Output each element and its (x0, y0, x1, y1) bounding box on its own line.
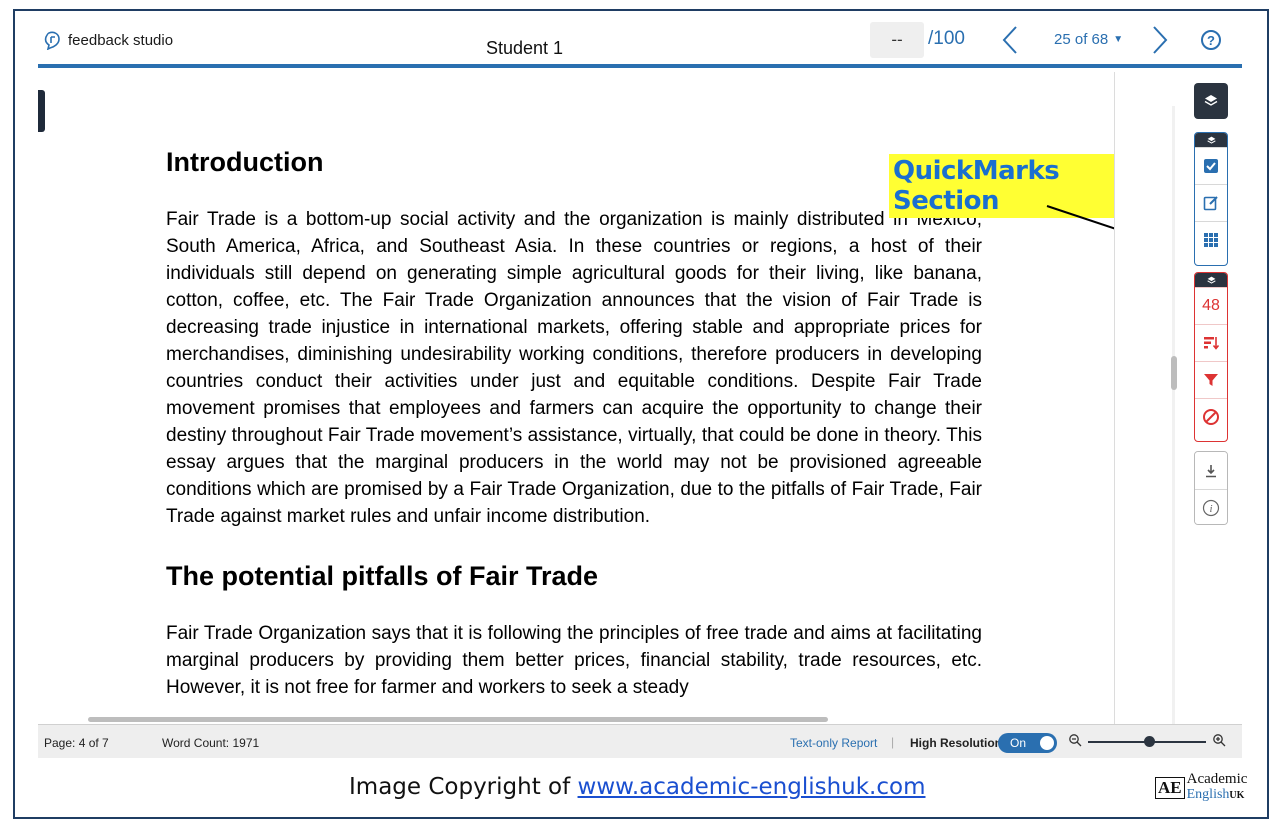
quickmarks-button[interactable] (1195, 147, 1227, 184)
zoom-out-icon[interactable] (1068, 733, 1082, 747)
rubric-button[interactable] (1195, 221, 1227, 258)
logo-line-1: Academic (1186, 771, 1248, 787)
score-max: /100 (928, 28, 965, 49)
copyright-link[interactable]: www.academic-englishuk.com (578, 774, 926, 800)
info-icon: i (1202, 499, 1220, 517)
toggle-label: On (1010, 736, 1027, 750)
block-icon (1203, 409, 1219, 425)
similarity-layer-header[interactable] (1195, 273, 1227, 287)
logo-line-2: EnglishUK (1187, 787, 1248, 803)
logo-mark: AE (1155, 776, 1185, 799)
zoom-slider-handle[interactable] (1144, 736, 1155, 747)
exclude-button[interactable] (1195, 398, 1227, 435)
academic-english-logo: AE Academic EnglishUK (1155, 772, 1247, 803)
status-bar: Page: 4 of 7 Word Count: 1971 Text-only … (38, 724, 1242, 758)
page-indicator: Page: 4 of 7 (44, 736, 109, 750)
quickmarks-layer-header[interactable] (1195, 133, 1227, 147)
high-resolution-toggle[interactable]: On (998, 733, 1057, 753)
svg-text:i: i (1209, 503, 1212, 515)
feedback-summary-button[interactable] (1195, 184, 1227, 221)
high-resolution-label: High Resolution (910, 736, 1002, 750)
caret-down-icon: ▼ (1113, 34, 1124, 45)
score-input[interactable]: -- (870, 22, 924, 58)
feedback-studio-logo-icon (44, 31, 60, 50)
image-copyright: Image Copyright of www.academic-englishu… (349, 774, 926, 800)
chevron-right-icon[interactable] (1148, 24, 1172, 56)
sort-list-icon (1204, 337, 1219, 350)
vertical-scrollbar[interactable] (1171, 356, 1177, 390)
paragraph: Fair Trade Organization says that it is … (166, 623, 982, 698)
vertical-scroll-track (1172, 106, 1175, 724)
layers-icon (1206, 276, 1216, 284)
brand[interactable]: feedback studio (44, 30, 173, 50)
section-heading: The potential pitfalls of Fair Trade (166, 561, 599, 591)
horizontal-scrollbar[interactable] (88, 717, 828, 722)
student-name: Student 1 (486, 38, 564, 58)
logo-suffix: UK (1229, 790, 1245, 801)
word-count: Word Count: 1971 (162, 736, 260, 750)
filter-button[interactable] (1195, 361, 1227, 398)
document-viewer[interactable]: Introduction Fair Trade is a bottom-up s… (38, 72, 1114, 724)
utility-tool-group: i (1194, 451, 1228, 525)
panel-divider (1114, 72, 1115, 724)
side-panel-tab[interactable] (38, 90, 45, 132)
match-overview-button[interactable] (1195, 324, 1227, 361)
layers-icon (1206, 136, 1216, 144)
layers-icon (1204, 95, 1218, 106)
text-only-report-link[interactable]: Text-only Report (790, 736, 877, 750)
annotation-arrow-icon (1046, 205, 1114, 230)
brand-name: feedback studio (68, 31, 174, 49)
edit-icon (1203, 196, 1218, 211)
similarity-tool-group: 48 (1194, 272, 1228, 442)
paper-content: Introduction Fair Trade is a bottom-up s… (166, 146, 982, 724)
filter-icon (1204, 374, 1218, 386)
top-bar: feedback studio Student 1 -- /100 25 of … (38, 16, 1242, 68)
logo-line-2-text: English (1186, 787, 1230, 802)
separator: | (891, 735, 895, 749)
paper-selector[interactable]: 25 of 68 ▼ (1054, 31, 1123, 48)
paragraph: Fair Trade is a bottom-up social activit… (166, 209, 982, 527)
logo-text: Academic EnglishUK (1187, 772, 1248, 803)
similarity-score-button[interactable]: 48 (1195, 287, 1227, 324)
chevron-left-icon[interactable] (998, 24, 1022, 56)
copyright-prefix: Image Copyright of (349, 774, 578, 800)
section-heading: Introduction (166, 147, 324, 177)
toggle-knob (1040, 736, 1054, 750)
download-button[interactable] (1195, 452, 1227, 489)
submission-info-button[interactable]: i (1195, 489, 1227, 524)
checkbox-icon (1204, 159, 1218, 173)
download-icon (1206, 464, 1216, 477)
feedback-studio-app: feedback studio Student 1 -- /100 25 of … (38, 16, 1242, 758)
pager-label: 25 of 68 (1054, 31, 1109, 48)
layers-button[interactable] (1194, 83, 1228, 119)
zoom-in-icon[interactable] (1212, 733, 1226, 747)
quickmarks-tool-group (1194, 132, 1228, 266)
grid-icon (1204, 233, 1218, 247)
help-icon[interactable]: ? (1201, 30, 1221, 50)
similarity-score: 48 (1202, 297, 1220, 314)
